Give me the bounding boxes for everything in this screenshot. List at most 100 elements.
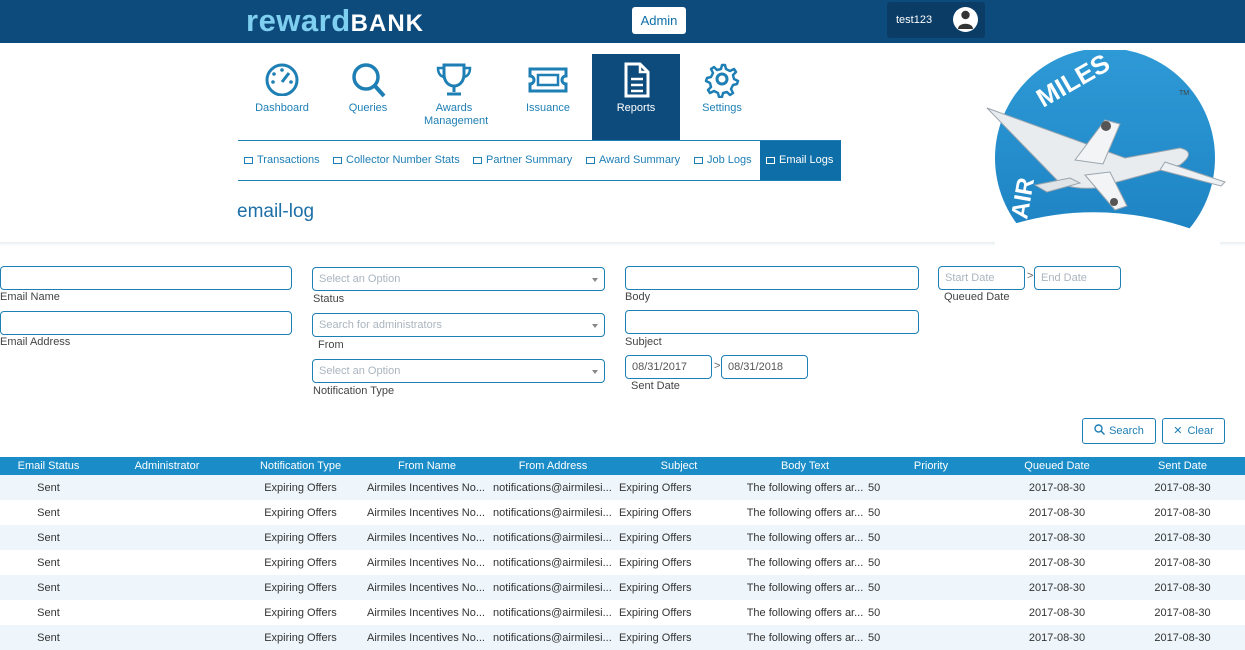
handshake-icon: [473, 156, 482, 164]
column-header[interactable]: Subject: [616, 457, 742, 475]
table-cell: Expiring Offers: [264, 556, 337, 569]
column-header[interactable]: Sent Date: [1120, 457, 1245, 475]
email-name-label: Email Name: [0, 291, 60, 303]
column-header[interactable]: Notification Type: [237, 457, 364, 475]
table-cell: Sent: [37, 631, 60, 644]
body-label: Body: [625, 291, 651, 303]
table-cell: [97, 550, 237, 575]
column-header[interactable]: From Name: [364, 457, 490, 475]
subnav-award-summary[interactable]: Award Summary: [586, 141, 680, 180]
search-button[interactable]: Search: [1082, 418, 1156, 444]
body-input[interactable]: [625, 266, 919, 290]
table-cell: [97, 500, 237, 525]
table-cell: notifications@airmilesi...: [493, 631, 612, 644]
table-cell: 2017-08-30: [1154, 481, 1211, 494]
table-cell: Expiring Offers: [264, 631, 337, 644]
subnav-transactions[interactable]: Transactions: [244, 141, 320, 180]
notification-type-select[interactable]: Select an Option: [312, 359, 605, 383]
status-label: Status: [313, 293, 345, 305]
email-name-input[interactable]: [0, 266, 292, 290]
table-cell: Expiring Offers: [619, 531, 692, 544]
table-cell: 50: [868, 631, 881, 644]
svg-text:TM: TM: [1179, 90, 1189, 97]
printer-icon: [694, 156, 703, 164]
email-log-table: Email Status Administrator Notification …: [0, 457, 1245, 650]
table-cell: Sent: [37, 506, 60, 519]
queued-date-end-input[interactable]: End Date: [1034, 266, 1121, 290]
table-cell: Expiring Offers: [264, 506, 337, 519]
sent-date-end-input[interactable]: 08/31/2018: [721, 355, 808, 379]
table-row[interactable]: Sent Expiring Offers Airmiles Incentives N…: [0, 550, 1245, 575]
table-row[interactable]: Sent Expiring Offers Airmiles Incentives N…: [0, 525, 1245, 550]
subject-input[interactable]: [625, 310, 919, 334]
table-row[interactable]: Sent Expiring Offers Airmiles Incentives N…: [0, 475, 1245, 500]
notification-type-label: Notification Type: [313, 385, 395, 397]
search-icon: [1094, 424, 1106, 436]
date-range-arrow: >: [714, 360, 721, 372]
nav-awards-management[interactable]: Awards Management: [410, 54, 498, 140]
list-icon: [333, 156, 342, 164]
column-header[interactable]: Priority: [868, 457, 994, 475]
user-avatar-icon: [953, 7, 978, 32]
clear-button[interactable]: ✕ Clear: [1162, 418, 1225, 444]
dashboard-icon: [265, 63, 299, 96]
subnav-email-logs[interactable]: Email Logs: [760, 141, 841, 180]
document-icon: [624, 62, 650, 98]
nav-settings[interactable]: Settings: [678, 54, 766, 140]
column-header[interactable]: Body Text: [742, 457, 868, 475]
nav-reports[interactable]: Reports: [592, 54, 680, 140]
subnav-collector-number-stats[interactable]: Collector Number Stats: [333, 141, 460, 180]
table-cell: Expiring Offers: [264, 581, 337, 594]
subnav-label: Job Logs: [707, 154, 752, 166]
subnav-label: Collector Number Stats: [346, 154, 460, 166]
column-header[interactable]: Email Status: [0, 457, 97, 475]
table-row[interactable]: Sent Expiring Offers Airmiles Incentives N…: [0, 500, 1245, 525]
table-cell: 50: [868, 606, 881, 619]
status-select[interactable]: Select an Option: [312, 267, 605, 291]
user-menu[interactable]: test123: [887, 2, 985, 38]
table-cell: Expiring Offers: [619, 556, 692, 569]
ticket-icon: [528, 67, 568, 93]
nav-label: Awards Management: [424, 102, 489, 127]
subnav-label: Award Summary: [599, 154, 681, 166]
subnav-job-logs[interactable]: Job Logs: [694, 141, 752, 180]
top-bar: rewardBANK Admin test123: [0, 0, 1245, 43]
reward-bank-logo[interactable]: rewardBANK: [246, 3, 424, 39]
gear-icon: [704, 63, 740, 98]
table-cell: 2017-08-30: [1154, 531, 1211, 544]
close-icon: ✕: [1173, 425, 1183, 437]
sent-date-start-input[interactable]: 08/31/2017: [625, 355, 712, 379]
nav-label: Dashboard: [255, 102, 309, 114]
table-row[interactable]: Sent Expiring Offers Airmiles Incentives N…: [0, 575, 1245, 600]
table-cell: The following offers ar...: [746, 606, 864, 619]
table-cell: Sent: [37, 481, 60, 494]
admin-button[interactable]: Admin: [632, 7, 686, 34]
table-cell: 2017-08-30: [1028, 531, 1086, 544]
table-cell: [97, 525, 237, 550]
column-header[interactable]: From Address: [490, 457, 616, 475]
table-cell: Expiring Offers: [619, 606, 692, 619]
table-cell: [97, 625, 237, 650]
page-title: email-log: [237, 201, 315, 222]
table-cell: 50: [868, 531, 881, 544]
queued-date-start-input[interactable]: Start Date: [938, 266, 1025, 290]
column-header[interactable]: Queued Date: [994, 457, 1120, 475]
table-row[interactable]: Sent Expiring Offers Airmiles Incentives N…: [0, 600, 1245, 625]
table-cell: Airmiles Incentives No...: [367, 556, 485, 569]
date-range-arrow: >: [1027, 270, 1034, 282]
from-select[interactable]: Search for administrators: [312, 313, 605, 337]
table-cell: 2017-08-30: [1028, 581, 1086, 594]
subnav-partner-summary[interactable]: Partner Summary: [473, 141, 572, 180]
nav-issuance[interactable]: Issuance: [504, 54, 592, 140]
nav-queries[interactable]: Queries: [324, 54, 412, 140]
subject-label: Subject: [625, 336, 662, 348]
table-cell: notifications@airmilesi...: [493, 531, 612, 544]
table-header-row: Email Status Administrator Notification …: [0, 457, 1245, 475]
table-row[interactable]: Sent Expiring Offers Airmiles Incentives N…: [0, 625, 1245, 650]
logo-bank-text: BANK: [350, 10, 424, 37]
table-cell: 2017-08-30: [1154, 631, 1211, 644]
email-address-input[interactable]: [0, 311, 292, 335]
nav-dashboard[interactable]: Dashboard: [238, 54, 326, 140]
table-cell: Sent: [37, 581, 60, 594]
column-header[interactable]: Administrator: [97, 457, 237, 475]
